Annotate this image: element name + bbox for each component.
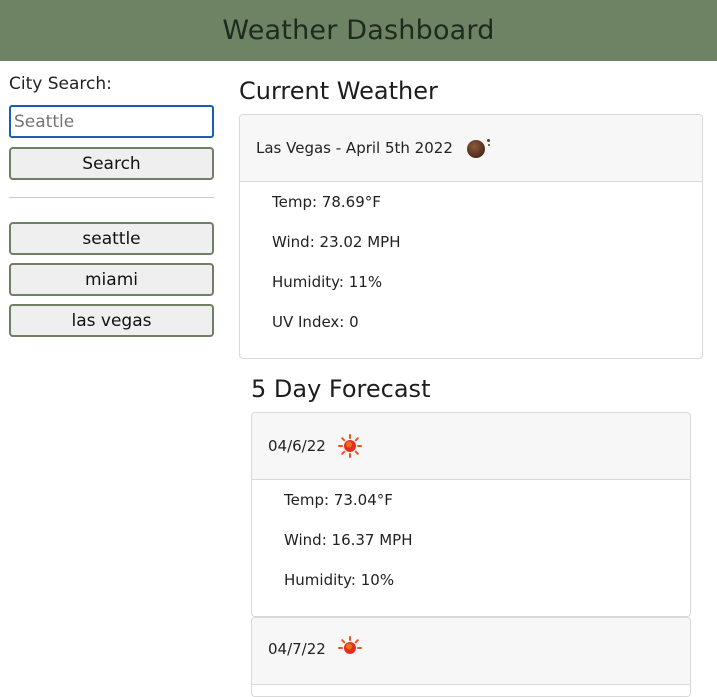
history-button-seattle[interactable]: seattle [9, 222, 214, 255]
forecast-card-header: 04/7/22 [252, 618, 690, 685]
search-button[interactable]: Search [9, 147, 214, 180]
forecast-card: 04/7/22 [251, 617, 691, 697]
forecast-title: 5 Day Forecast [251, 375, 431, 403]
current-weather-card: Las Vegas - April 5th 2022 Temp: 78.69°F… [239, 114, 703, 359]
sun-icon [337, 636, 362, 660]
history-button-las-vegas[interactable]: las vegas [9, 304, 214, 337]
current-temp: Temp: 78.69°F [272, 193, 381, 211]
forecast-card-header: 04/6/22 [252, 413, 690, 480]
current-city-date: Las Vegas - April 5th 2022 [256, 139, 453, 157]
sidebar: City Search: Search seattle miami las ve… [9, 74, 214, 345]
sidebar-divider [9, 197, 214, 198]
current-uv-index: UV Index: 0 [272, 313, 359, 331]
page-title: Weather Dashboard [222, 15, 495, 46]
app-header: Weather Dashboard [0, 0, 717, 61]
current-weather-header: Las Vegas - April 5th 2022 [240, 115, 702, 182]
forecast-temp: Temp: 73.04°F [284, 491, 393, 509]
city-search-input[interactable] [9, 105, 214, 138]
forecast-card: 04/6/22 Temp: 73.04°F Wind: 16.37 MPH Hu… [251, 412, 691, 617]
current-weather-title: Current Weather [239, 77, 438, 105]
current-humidity: Humidity: 11% [272, 273, 383, 291]
forecast-wind: Wind: 16.37 MPH [284, 531, 413, 549]
forecast-humidity: Humidity: 10% [284, 571, 395, 589]
sun-icon [337, 434, 362, 458]
city-search-label: City Search: [9, 74, 112, 94]
current-wind: Wind: 23.02 MPH [272, 233, 401, 251]
history-button-miami[interactable]: miami [9, 263, 214, 296]
forecast-date: 04/6/22 [268, 437, 326, 455]
night-clear-moon-icon [466, 139, 490, 158]
forecast-date: 04/7/22 [268, 640, 326, 658]
